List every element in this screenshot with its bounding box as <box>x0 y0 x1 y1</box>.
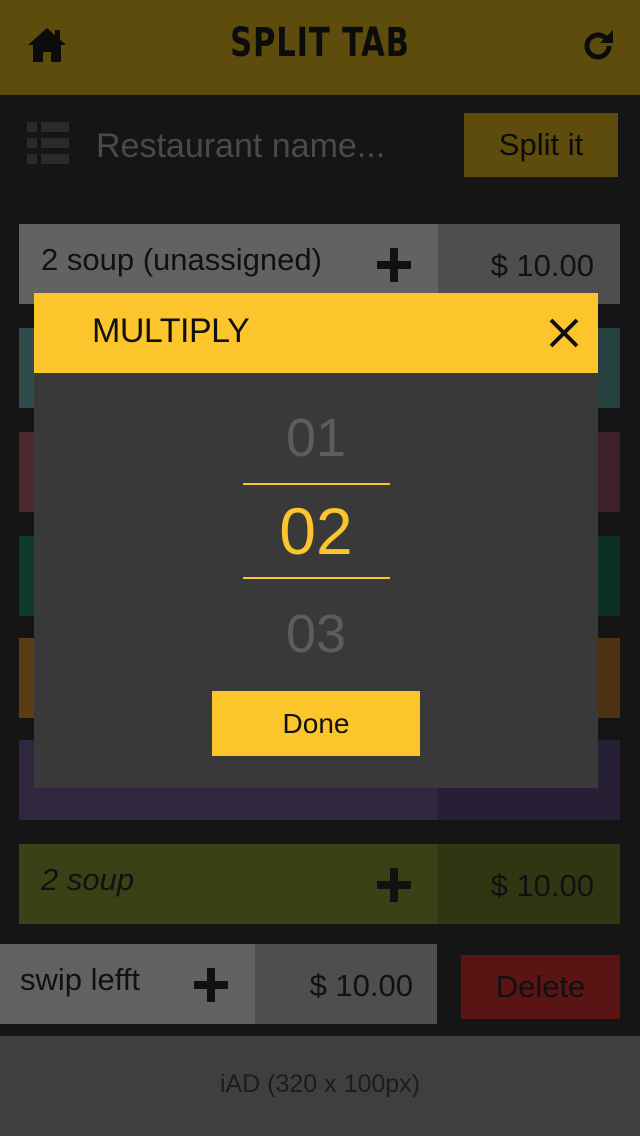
item-row-price-cell: $ 10.00 <box>438 224 620 304</box>
app-title: SPLIT TAB <box>230 20 410 66</box>
picker-option-next[interactable]: 03 <box>34 603 598 665</box>
refresh-icon[interactable] <box>580 28 616 64</box>
item-row-price-cell: $ 10.00 <box>438 844 620 924</box>
item-label: 2 soup <box>41 862 135 897</box>
picker-option-previous[interactable]: 01 <box>34 407 598 469</box>
item-price: $ 10.00 <box>309 968 413 1003</box>
picker-selection-line-top <box>243 483 390 485</box>
item-price: $ 10.00 <box>490 868 594 903</box>
picker-option-selected[interactable]: 02 <box>34 493 598 569</box>
item-label: swip lefft <box>20 962 141 997</box>
delete-button[interactable]: Delete <box>461 955 620 1019</box>
plus-icon[interactable] <box>194 968 228 1002</box>
header-bar: SPLIT TAB <box>0 0 640 95</box>
close-icon[interactable] <box>548 317 580 349</box>
ad-label: iAD (320 x 100px) <box>219 1070 421 1098</box>
ad-banner[interactable]: iAD (320 x 100px) <box>0 1036 640 1136</box>
item-price: $ 10.00 <box>490 248 594 283</box>
split-it-button[interactable]: Split it <box>464 113 618 177</box>
dialog-header: MULTIPLY <box>34 293 598 373</box>
item-row[interactable]: 2 soup (unassigned) $ 10.00 <box>19 224 620 304</box>
item-row[interactable]: 2 soup $ 10.00 <box>19 844 620 924</box>
dialog-title: MULTIPLY <box>92 312 250 350</box>
swiped-row-price-cell: $ 10.00 <box>255 944 437 1024</box>
list-icon[interactable] <box>27 122 69 164</box>
item-label: 2 soup (unassigned) <box>41 242 322 277</box>
plus-icon[interactable] <box>377 868 411 902</box>
item-row-name-cell[interactable]: 2 soup <box>19 844 438 924</box>
multiply-dialog: MULTIPLY 01 02 03 Done <box>34 293 598 788</box>
plus-icon[interactable] <box>377 248 411 282</box>
picker-selection-line-bottom <box>243 577 390 579</box>
item-row-name-cell[interactable]: 2 soup (unassigned) <box>19 224 438 304</box>
restaurant-name-input[interactable] <box>96 122 436 170</box>
done-button[interactable]: Done <box>212 691 420 756</box>
